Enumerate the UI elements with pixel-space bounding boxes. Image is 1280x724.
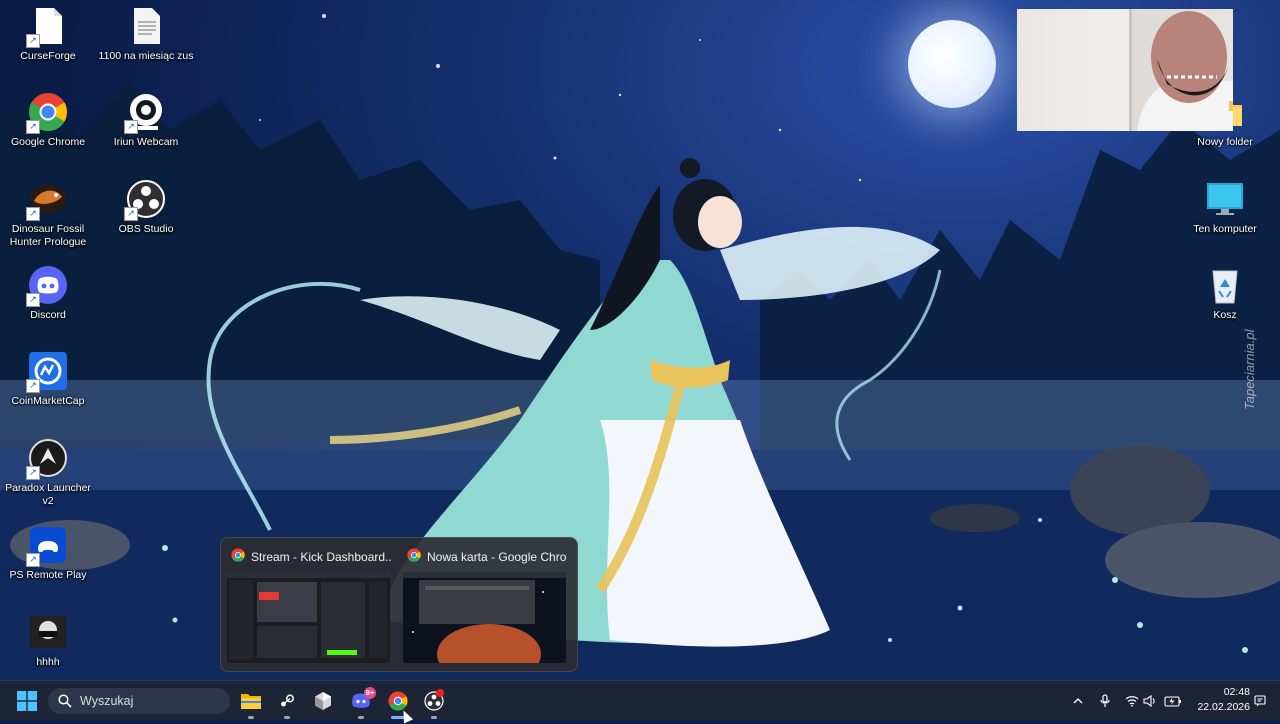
desktop-icon-iriun-webcam[interactable]: ↗ Iriun Webcam xyxy=(98,92,194,149)
desktop-icon-label: hhhh xyxy=(36,656,60,668)
file-icon: ↗ xyxy=(26,6,68,48)
desktop-icon-label: Nowy folder xyxy=(1197,136,1253,148)
taskbar-search-box[interactable] xyxy=(48,688,230,714)
desktop-icon-discord[interactable]: ↗ Discord xyxy=(0,265,96,322)
running-indicator xyxy=(358,716,364,719)
desktop-icon-label: Kosz xyxy=(1213,309,1237,321)
clock-time: 02:48 xyxy=(1223,686,1250,698)
taskbar-app-file-explorer[interactable] xyxy=(233,681,269,721)
gamepad-icon: ↗ xyxy=(26,525,68,567)
preview-window-title: Stream - Kick Dashboard... xyxy=(251,549,391,564)
desktop-icon-ps-remote-play[interactable]: ↗ PS Remote Play xyxy=(0,525,96,582)
text-file-icon xyxy=(126,6,166,46)
paradox-icon: ↗ xyxy=(26,438,68,480)
desktop-icon-recycle-bin[interactable]: Kosz xyxy=(1177,265,1273,322)
taskbar: 9+ 02:48 22.02.2026 xyxy=(0,680,1280,721)
folder-icon xyxy=(241,694,261,709)
taskbar-thumbnail-preview: Stream - Kick Dashboard... Nowa karta - … xyxy=(220,537,578,672)
wallpaper-watermark: Tapeciarnia.pl xyxy=(1242,329,1257,410)
search-input[interactable] xyxy=(78,693,222,709)
microphone-icon xyxy=(1100,694,1110,707)
preview-window-new-tab[interactable]: Nowa karta - Google Chro... xyxy=(399,538,571,671)
chrome-icon xyxy=(388,691,408,711)
running-indicator xyxy=(284,716,290,719)
dinosaur-icon: ↗ xyxy=(26,179,68,221)
notification-center-button[interactable] xyxy=(1250,681,1270,721)
taskbar-clock[interactable]: 02:48 22.02.2026 xyxy=(1196,685,1250,715)
battery-button[interactable] xyxy=(1162,681,1184,721)
running-indicator xyxy=(431,716,437,719)
desktop-icon-label: Dinosaur Fossil Hunter Prologue xyxy=(9,223,87,248)
unity-icon xyxy=(315,692,331,710)
chrome-icon xyxy=(231,548,245,565)
desktop-icon-paradox-launcher[interactable]: ↗ Paradox Launcher v2 xyxy=(0,438,96,508)
monitor-icon xyxy=(1205,179,1245,219)
show-hidden-icons-button[interactable] xyxy=(1068,681,1088,721)
desktop-icon-curseforge[interactable]: ↗ CurseForge xyxy=(0,6,96,63)
notification-icon xyxy=(1254,695,1266,707)
coinmarketcap-icon: ↗ xyxy=(26,351,68,393)
desktop-icon-label: Iriun Webcam xyxy=(113,136,179,148)
desktop-icon-text-file[interactable]: 1100 na miesiąc zus xyxy=(98,6,194,63)
preview-thumbnail-stream xyxy=(227,572,390,663)
battery-charging-icon xyxy=(1164,696,1181,707)
taskbar-app-unity-hub[interactable] xyxy=(305,681,341,721)
taskbar-app-obs-studio[interactable] xyxy=(416,681,452,721)
steam-icon xyxy=(277,691,297,711)
notification-badge: 9+ xyxy=(364,687,376,699)
webcam-overlay xyxy=(1017,9,1233,131)
volume-button[interactable] xyxy=(1140,681,1160,721)
desktop-icon-label: OBS Studio xyxy=(118,223,174,235)
clock-date: 22.02.2026 xyxy=(1197,701,1250,713)
desktop-icon-coinmarketcap[interactable]: ↗ CoinMarketCap xyxy=(0,351,96,408)
taskbar-app-steam[interactable] xyxy=(269,681,305,721)
desktop-icon-label: PS Remote Play xyxy=(9,569,87,581)
obs-icon: ↗ xyxy=(124,179,166,221)
running-indicator xyxy=(248,716,254,719)
desktop-icon-hhhh[interactable]: hhhh xyxy=(0,612,96,669)
desktop-icon-label: Paradox Launcher v2 xyxy=(5,482,91,507)
desktop-icon-label: Discord xyxy=(30,309,66,321)
wifi-icon xyxy=(1125,696,1139,707)
desktop-icon-label: 1100 na miesiąc zus xyxy=(98,50,194,62)
start-button[interactable] xyxy=(9,681,45,721)
discord-icon: ↗ xyxy=(26,265,68,307)
desktop-icon-label: Ten komputer xyxy=(1193,223,1257,235)
chrome-icon xyxy=(407,548,421,565)
desktop-icon-obs-studio[interactable]: ↗ OBS Studio xyxy=(98,179,194,236)
photo-icon xyxy=(28,612,68,652)
chevron-up-icon xyxy=(1073,698,1083,704)
speaker-icon xyxy=(1143,695,1155,707)
desktop-icon-label: CoinMarketCap xyxy=(11,395,85,407)
taskbar-app-discord[interactable]: 9+ xyxy=(343,681,379,721)
webcam-feed xyxy=(1129,9,1233,131)
chrome-icon: ↗ xyxy=(26,92,68,134)
moon xyxy=(908,20,996,108)
webcam-icon: ↗ xyxy=(124,92,166,134)
recycle-bin-icon xyxy=(1205,265,1245,305)
windows-icon xyxy=(17,691,37,711)
preview-window-title: Nowa karta - Google Chro... xyxy=(427,549,567,564)
preview-thumbnail-new-tab xyxy=(403,572,566,663)
search-icon xyxy=(58,694,72,708)
desktop-icon-this-pc[interactable]: Ten komputer xyxy=(1177,179,1273,236)
desktop-icon-dinosaur-fossil-hunter[interactable]: ↗ Dinosaur Fossil Hunter Prologue xyxy=(0,179,96,249)
desktop-icon-label: Google Chrome xyxy=(10,136,86,148)
desktop-icon-google-chrome[interactable]: ↗ Google Chrome xyxy=(0,92,96,149)
desktop-icon-label: CurseForge xyxy=(20,50,76,62)
microphone-button[interactable] xyxy=(1095,681,1115,721)
preview-window-stream[interactable]: Stream - Kick Dashboard... xyxy=(223,538,395,671)
network-button[interactable] xyxy=(1122,681,1142,721)
recording-indicator xyxy=(436,689,444,697)
